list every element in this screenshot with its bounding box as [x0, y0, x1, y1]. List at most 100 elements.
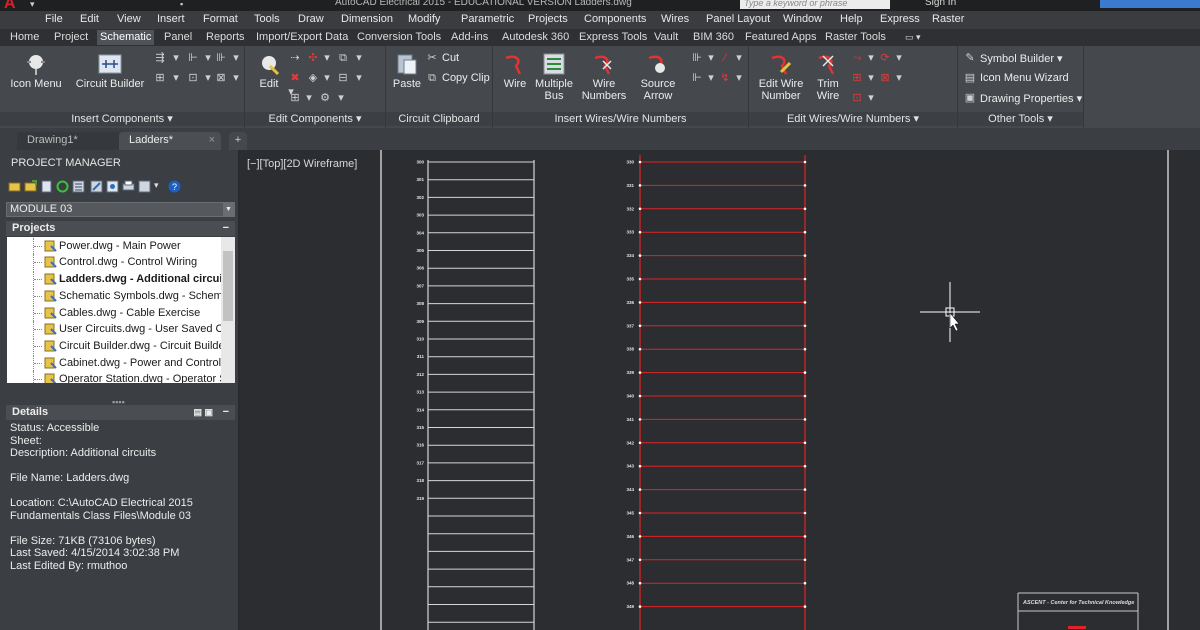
- tab-bim-360[interactable]: BIM 360: [690, 30, 737, 45]
- menu-dimension[interactable]: Dimension: [341, 13, 393, 25]
- drawing-area[interactable]: 300 301 302 303 304 305 306 307 308 309 310 311 312 3…: [242, 150, 1200, 630]
- tab-project[interactable]: Project: [51, 30, 91, 45]
- insert-pneumatic-icon[interactable]: ⊩: [185, 52, 201, 65]
- list-item[interactable]: Cabinet.dwg - Power and Control: [7, 355, 221, 371]
- tab-autodesk-360[interactable]: Autodesk 360: [499, 30, 572, 45]
- multiple-insert-icon[interactable]: ⇶: [152, 52, 168, 65]
- dropdown-arrow-icon[interactable]: ▾: [319, 52, 335, 65]
- list-item[interactable]: Control.dwg - Control Wiring: [7, 254, 221, 270]
- group-label-other-tools[interactable]: Other Tools ▾: [958, 112, 1083, 126]
- copy-clip-button[interactable]: Copy Clip: [442, 72, 490, 84]
- autocad-logo-icon[interactable]: A: [4, 0, 26, 11]
- project-properties-icon[interactable]: [106, 180, 119, 193]
- drawing-properties-icon[interactable]: ▣: [962, 92, 978, 105]
- tab-featured-apps[interactable]: Featured Apps: [742, 30, 820, 45]
- tab-reports[interactable]: Reports: [203, 30, 248, 45]
- wire-numbers-button[interactable]: Wire Numbers: [579, 52, 629, 102]
- edit-button[interactable]: Edit: [250, 52, 288, 90]
- group-label-edit-wires[interactable]: Edit Wires/Wire Numbers ▾: [749, 112, 957, 126]
- multiple-bus-button[interactable]: Multiple Bus: [533, 52, 575, 102]
- tab-add-ins[interactable]: Add-ins: [448, 30, 491, 45]
- dropdown-arrow-icon[interactable]: ▾: [301, 92, 317, 105]
- menu-format[interactable]: Format: [203, 13, 238, 25]
- open-project-icon[interactable]: [8, 180, 21, 193]
- dropdown-arrow-icon[interactable]: ▾: [319, 72, 335, 85]
- tab-raster-tools[interactable]: Raster Tools: [822, 30, 889, 45]
- circuit-builder-button[interactable]: Circuit Builder: [75, 52, 145, 90]
- list-item-active[interactable]: Ladders.dwg - Additional circuits: [7, 271, 221, 287]
- menu-panel-layout[interactable]: Panel Layout: [706, 13, 770, 25]
- dropdown-arrow-icon[interactable]: ▾: [891, 72, 907, 85]
- preview-icons[interactable]: ▤ ▣: [193, 405, 213, 420]
- align-icon[interactable]: ⊟: [335, 72, 351, 85]
- project-select[interactable]: MODULE 03 ▼: [6, 202, 235, 217]
- list-item[interactable]: Cables.dwg - Cable Exercise: [7, 305, 221, 321]
- tab-panel[interactable]: Panel: [161, 30, 195, 45]
- drawing-canvas[interactable]: 300 301 302 303 304 305 306 307 308 309 310 311 312 3…: [242, 150, 1200, 630]
- insert-dipswitch-icon[interactable]: ⊠: [213, 72, 229, 85]
- dropdown-arrow-icon[interactable]: ▾: [168, 72, 184, 85]
- menu-edit[interactable]: Edit: [80, 13, 99, 25]
- dropdown-arrow-icon[interactable]: ▾: [731, 72, 747, 85]
- project-tools-icon[interactable]: [138, 180, 151, 193]
- tab-home[interactable]: Home: [7, 30, 42, 45]
- new-project-icon[interactable]: [24, 180, 37, 193]
- ribbon-minimize-icon[interactable]: ▭ ▾: [902, 30, 924, 45]
- scoot-icon[interactable]: ⇢: [287, 52, 303, 65]
- icon-menu-button[interactable]: Icon Menu: [6, 52, 66, 90]
- tab-schematic[interactable]: Schematic: [97, 30, 155, 45]
- tab-conversion-tools[interactable]: Conversion Tools: [354, 30, 444, 45]
- insert-connector-icon[interactable]: ⊞: [152, 72, 168, 85]
- icon-menu-wizard-icon[interactable]: ▤: [962, 72, 978, 85]
- trim-wire-button[interactable]: Trim Wire: [811, 52, 845, 102]
- list-item[interactable]: Operator Station.dwg - Operator Stat: [7, 371, 221, 383]
- chevron-down-icon[interactable]: ▼: [223, 203, 234, 216]
- dropdown-arrow-icon[interactable]: ▾: [154, 180, 167, 193]
- menu-raster[interactable]: Raster: [932, 13, 964, 25]
- dropdown-arrow-icon[interactable]: ▾: [351, 72, 367, 85]
- cut-button[interactable]: Cut: [442, 52, 459, 64]
- insert-splice-icon[interactable]: ⊡: [185, 72, 201, 85]
- wire-button[interactable]: Wire: [497, 52, 533, 90]
- symbol-builder-icon[interactable]: ✎: [962, 52, 978, 65]
- search-input[interactable]: Type a keyword or phrase: [740, 0, 890, 9]
- dropdown-arrow-icon[interactable]: ▾: [333, 92, 349, 105]
- dropdown-arrow-icon[interactable]: ▾: [891, 52, 907, 65]
- tab-express-tools[interactable]: Express Tools: [576, 30, 650, 45]
- list-item[interactable]: User Circuits.dwg - User Saved Circuit: [7, 321, 221, 337]
- tab-import-export-data[interactable]: Import/Export Data: [253, 30, 351, 45]
- qa-dropdown-icon[interactable]: ▾: [30, 0, 35, 9]
- menu-projects[interactable]: Projects: [528, 13, 568, 25]
- plot-project-icon[interactable]: [122, 180, 135, 193]
- menu-modify[interactable]: Modify: [408, 13, 440, 25]
- insert-terminal-icon[interactable]: ⊪: [213, 52, 229, 65]
- qa-plot-icon[interactable]: ▪: [180, 0, 183, 11]
- collapse-icon[interactable]: −: [223, 405, 229, 420]
- delete-component-icon[interactable]: ✖: [287, 72, 303, 85]
- group-label-edit-components[interactable]: Edit Components ▾: [245, 112, 385, 126]
- symbol-builder-button[interactable]: Symbol Builder ▾: [980, 52, 1063, 65]
- menu-view[interactable]: View: [117, 13, 141, 25]
- project-wide-update-icon[interactable]: [90, 180, 103, 193]
- close-icon[interactable]: ×: [209, 132, 215, 149]
- menu-insert[interactable]: Insert: [157, 13, 185, 25]
- source-arrow-button[interactable]: Source Arrow: [635, 52, 681, 102]
- dropdown-arrow-icon[interactable]: ▾: [228, 52, 244, 65]
- list-scrollbar[interactable]: [221, 237, 235, 383]
- new-drawing-icon[interactable]: [40, 180, 53, 193]
- collapse-icon[interactable]: −: [223, 221, 229, 236]
- tab-vault[interactable]: Vault: [651, 30, 681, 45]
- dropdown-arrow-icon[interactable]: ▾: [351, 52, 367, 65]
- copy-clip-icon[interactable]: ⧉: [424, 72, 440, 85]
- menu-window[interactable]: Window: [783, 13, 822, 25]
- project-task-list-icon[interactable]: [72, 180, 85, 193]
- scrollbar-thumb[interactable]: [223, 251, 233, 321]
- viewport-controls[interactable]: [−][Top][2D Wireframe]: [247, 158, 357, 170]
- menu-express[interactable]: Express: [880, 13, 920, 25]
- refresh-icon[interactable]: [56, 180, 69, 193]
- doc-tab-ladders[interactable]: Ladders* ×: [119, 132, 221, 150]
- menu-parametric[interactable]: Parametric: [461, 13, 514, 25]
- dropdown-arrow-icon[interactable]: ▾: [863, 92, 879, 105]
- icon-menu-wizard-button[interactable]: Icon Menu Wizard: [980, 72, 1069, 84]
- attribute-icon[interactable]: ⚙: [317, 92, 333, 105]
